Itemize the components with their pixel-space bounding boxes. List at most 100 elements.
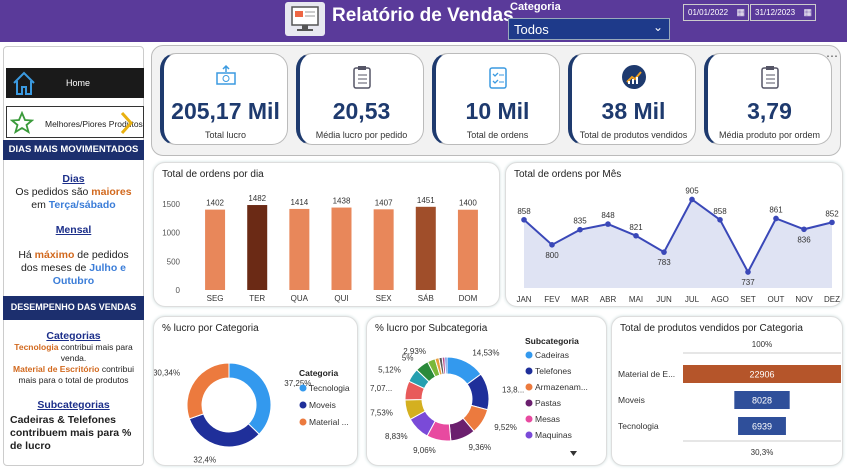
subcategories-text-1: Cadeiras & Telefones bbox=[10, 414, 117, 426]
kpi-card-total-orders: 10 Mil Total de ordens bbox=[432, 53, 560, 145]
kpi-label: Total de ordens bbox=[466, 130, 529, 140]
bar bbox=[331, 207, 352, 290]
category-select[interactable]: Todos ⌄ bbox=[508, 18, 670, 40]
home-icon bbox=[13, 71, 35, 95]
section-header-days: DIAS MAIS MOVIMENTADOS bbox=[3, 140, 144, 160]
report-logo-icon bbox=[285, 2, 325, 36]
data-label: 9,36% bbox=[468, 443, 491, 452]
calendar-icon[interactable]: ▦ bbox=[736, 7, 745, 18]
legend-label: Armazenam... bbox=[535, 382, 588, 392]
page-title: Relatório de Vendas bbox=[332, 5, 514, 26]
x-tick-label: SEG bbox=[207, 294, 224, 303]
pie-slice bbox=[186, 362, 230, 420]
data-label: 835 bbox=[573, 217, 587, 226]
data-label: 30,34% bbox=[154, 369, 180, 378]
orders-by-month-card: Total de ordens por Mês 858 JAN 800 FEV 835 M… bbox=[505, 162, 843, 307]
subcategories-title: Subcategorias bbox=[37, 399, 110, 411]
data-point bbox=[773, 215, 779, 222]
profit-by-category-card: % lucro por Categoria 37,25% 32,4% 30,34% C… bbox=[153, 316, 358, 466]
data-label: 1414 bbox=[290, 198, 308, 207]
categories-text-2: venda. bbox=[60, 353, 87, 363]
x-tick-label: MAI bbox=[629, 295, 643, 304]
data-label: 7,53% bbox=[370, 409, 393, 418]
subcategories-text-3: de lucro bbox=[10, 440, 51, 452]
data-label: 7,07... bbox=[370, 384, 392, 393]
legend-marker bbox=[525, 431, 533, 439]
data-label: 1400 bbox=[459, 199, 477, 208]
date-start-field[interactable]: 01/01/2022 ▦ bbox=[683, 4, 749, 21]
legend-marker bbox=[299, 401, 307, 409]
x-tick-label: SET bbox=[740, 295, 756, 304]
best-worst-products-button[interactable]: Melhores/Piores Produtos bbox=[6, 106, 144, 138]
scroll-down-icon bbox=[570, 451, 577, 456]
legend-marker bbox=[299, 418, 307, 426]
legend-title: Subcategoria bbox=[525, 336, 579, 346]
categories-text-4: mais para o total de produtos bbox=[18, 375, 129, 385]
data-label: 5,12% bbox=[378, 366, 401, 375]
top-percent-label: 100% bbox=[752, 340, 772, 349]
pie-slice bbox=[444, 356, 448, 375]
legend-label: Maquinas bbox=[535, 430, 572, 440]
kpi-card-avg-products: 3,79 Média produto por ordem bbox=[704, 53, 832, 145]
data-label: 737 bbox=[741, 278, 755, 287]
chevron-down-icon: ⌄ bbox=[652, 20, 663, 34]
profit-by-category-chart: 37,25% 32,4% 30,34% Categoria Tecnologia Move… bbox=[154, 362, 350, 465]
data-label: 852 bbox=[825, 209, 839, 218]
data-label: 6939 bbox=[752, 422, 772, 432]
checklist-icon bbox=[488, 67, 507, 89]
legend-marker bbox=[525, 415, 533, 423]
category-value: Todos bbox=[514, 22, 549, 37]
kpi-label: Total de produtos vendidos bbox=[579, 130, 688, 140]
data-point bbox=[829, 219, 835, 226]
data-label: 32,4% bbox=[193, 456, 216, 465]
data-label: 13,8... bbox=[502, 385, 524, 394]
data-label: 8,83% bbox=[385, 432, 408, 441]
data-label: 9,52% bbox=[494, 423, 517, 432]
profit-by-subcategory-chart: 14,53% 13,8... 9,52% 9,36% 9,06% 8,83% 7,53% 7,… bbox=[370, 336, 588, 456]
days-text-2: em Terça/sábado bbox=[31, 199, 116, 211]
clipboard-icon bbox=[760, 66, 779, 89]
kpi-label: Média lucro por pedido bbox=[315, 130, 408, 140]
pie-slice bbox=[228, 362, 272, 435]
legend-label: Tecnologia bbox=[309, 383, 350, 393]
kpi-value: 20,53 bbox=[332, 98, 391, 124]
legend-label: Cadeiras bbox=[535, 350, 569, 360]
orders-by-day-chart: 0 500 1000 1500 1402 SEG 1482 TER 1414 QUA 1438 QUI… bbox=[162, 194, 478, 303]
days-title: Dias bbox=[62, 173, 85, 185]
data-point bbox=[689, 196, 695, 203]
data-point bbox=[605, 221, 611, 227]
kpi-value: 38 Mil bbox=[601, 98, 666, 124]
calendar-icon[interactable]: ▦ bbox=[803, 7, 812, 18]
legend-label: Moveis bbox=[309, 400, 336, 410]
y-tick-label: 1000 bbox=[162, 229, 180, 238]
data-label: 800 bbox=[545, 251, 559, 260]
home-button[interactable]: Home bbox=[6, 68, 144, 98]
monthly-text-2: dos meses de Julho e bbox=[20, 262, 127, 274]
date-end-value: 31/12/2023 bbox=[755, 8, 796, 17]
data-label: 1451 bbox=[417, 196, 435, 205]
data-point bbox=[549, 242, 555, 248]
data-label: 861 bbox=[769, 205, 783, 214]
date-end-field[interactable]: 31/12/2023 ▦ bbox=[750, 4, 816, 21]
legend-title: Categoria bbox=[299, 368, 338, 378]
x-tick-label: MAR bbox=[571, 295, 589, 304]
x-tick-label: NOV bbox=[795, 295, 813, 304]
category-label: Moveis bbox=[618, 395, 645, 405]
legend-marker bbox=[525, 367, 533, 375]
bar bbox=[289, 208, 310, 290]
x-tick-label: JUN bbox=[656, 295, 672, 304]
monthly-text-3: Outubro bbox=[52, 275, 95, 287]
subcategories-text-2: contribuem mais para % bbox=[10, 427, 132, 439]
data-label: 848 bbox=[601, 211, 615, 220]
data-label: 905 bbox=[685, 186, 699, 195]
category-label: Tecnologia bbox=[618, 421, 659, 431]
y-tick-label: 500 bbox=[167, 257, 181, 266]
data-point bbox=[745, 269, 751, 275]
y-tick-label: 0 bbox=[176, 286, 181, 295]
data-label: 836 bbox=[797, 235, 811, 244]
x-tick-label: DEZ bbox=[824, 295, 840, 304]
data-label: 858 bbox=[517, 207, 531, 216]
x-tick-label: OUT bbox=[768, 295, 785, 304]
monthly-text-1: Há máximo de pedidos bbox=[18, 249, 129, 261]
data-point bbox=[661, 249, 667, 255]
